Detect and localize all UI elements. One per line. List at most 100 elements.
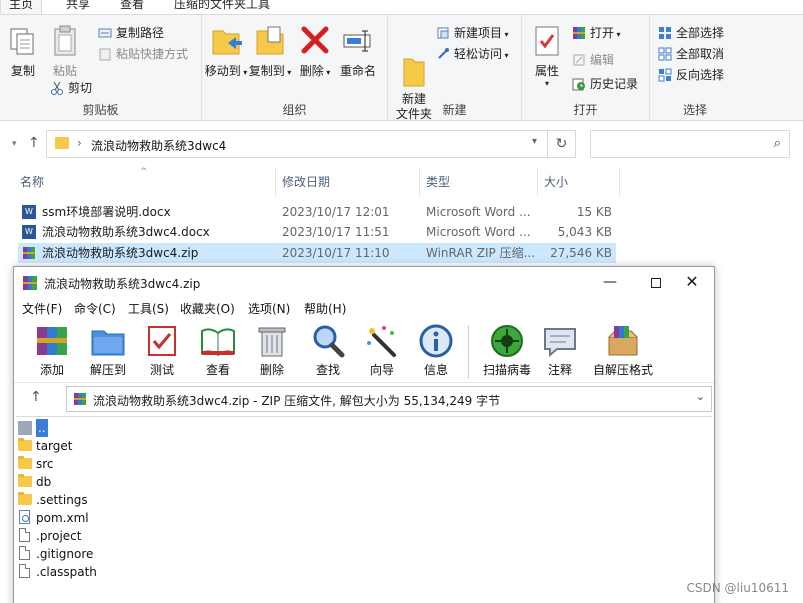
- extract-to-button[interactable]: 解压到: [84, 323, 132, 378]
- select-none-button[interactable]: 全部取消: [658, 45, 724, 63]
- folder-icon: [18, 438, 32, 451]
- maximize-icon[interactable]: [636, 269, 676, 295]
- column-date[interactable]: 修改日期: [276, 168, 420, 196]
- chevron-down-icon[interactable]: ⌄: [696, 390, 705, 403]
- test-button[interactable]: 测试: [138, 323, 186, 378]
- winrar-icon: [572, 26, 586, 40]
- add-button[interactable]: 添加: [28, 323, 76, 378]
- file-row[interactable]: W 流浪动物救助系统3dwc4.docx 2023/10/17 11:51 Mi…: [18, 222, 616, 242]
- new-group: 新建 文件夹 新建项目 ▾ 轻松访问 ▾ 新建: [388, 15, 522, 121]
- address-row: ▾ ↑ › 流浪动物救助系统3dwc4 ▾ ↻ ⌕: [0, 128, 803, 162]
- history-icon: [572, 77, 586, 91]
- sort-asc-icon: ^: [140, 167, 148, 177]
- copy-button[interactable]: 复制: [6, 23, 40, 79]
- rename-button[interactable]: 重命名: [336, 23, 380, 79]
- select-label: 选择: [682, 103, 707, 117]
- view-button[interactable]: 查看: [194, 323, 242, 378]
- winrar-icon: [73, 392, 87, 406]
- clipboard-label: 剪贴板: [82, 103, 119, 117]
- up-folder-icon: [18, 421, 32, 435]
- winrar-window: 流浪动物救助系统3dwc4.zip — ✕ 文件(F) 命令(C) 工具(S) …: [13, 266, 715, 603]
- up-folder-icon[interactable]: ↑: [30, 389, 42, 405]
- menu-favorites[interactable]: 收藏夹(O): [180, 299, 235, 319]
- recent-locations-icon[interactable]: ▾: [12, 139, 17, 149]
- copy-path-button[interactable]: 复制路径: [98, 24, 164, 42]
- menu-options[interactable]: 选项(N): [248, 299, 290, 319]
- select-group: 全部选择 全部取消 反向选择 选择: [650, 15, 740, 121]
- column-header: 名称 ^ 修改日期 类型 大小: [14, 167, 624, 196]
- comment-button[interactable]: 注释: [536, 323, 584, 378]
- address-path: 流浪动物救助系统3dwc4: [91, 139, 227, 153]
- info-button[interactable]: 信息: [412, 323, 460, 378]
- properties-icon: [531, 23, 563, 59]
- copy-to-button[interactable]: 复制到 ▾: [248, 23, 292, 79]
- breadcrumb-chevron-icon: ›: [77, 136, 82, 150]
- edit-button[interactable]: 编辑: [572, 51, 614, 69]
- magnifier-icon: [310, 323, 346, 359]
- file-icon: [19, 564, 30, 578]
- tab-compressed-folder-tools[interactable]: 压缩的文件夹工具: [166, 0, 278, 14]
- new-item-button[interactable]: 新建项目 ▾: [436, 24, 509, 42]
- file-row[interactable]: W ssm环境部署说明.docx 2023/10/17 12:01 Micros…: [18, 202, 616, 222]
- wizard-button[interactable]: 向导: [358, 323, 406, 378]
- search-box[interactable]: ⌕: [590, 130, 790, 158]
- paste-shortcut-button[interactable]: 粘贴快捷方式: [98, 45, 188, 63]
- ribbon-tab-bar: 主页 共享 查看 压缩的文件夹工具: [0, 0, 803, 15]
- column-size[interactable]: 大小: [538, 168, 620, 196]
- winrar-titlebar: 流浪动物救助系统3dwc4.zip — ✕: [14, 267, 714, 299]
- easy-access-button[interactable]: 轻松访问 ▾: [436, 45, 509, 63]
- select-all-button[interactable]: 全部选择: [658, 24, 724, 42]
- menu-help[interactable]: 帮助(H): [304, 299, 346, 319]
- close-icon[interactable]: ✕: [672, 269, 712, 295]
- virus-scan-icon: [489, 323, 525, 359]
- sfx-button[interactable]: 自解压格式: [590, 323, 656, 378]
- delete-button[interactable]: 删除 ▾: [298, 23, 332, 79]
- copy-to-icon: [254, 23, 286, 59]
- up-arrow-icon[interactable]: ↑: [28, 135, 40, 151]
- move-to-button[interactable]: 移动到 ▾: [204, 23, 248, 79]
- easy-access-icon: [436, 47, 450, 61]
- edit-icon: [572, 53, 586, 67]
- select-all-icon: [658, 26, 672, 40]
- scan-virus-button[interactable]: 扫描病毒: [478, 323, 536, 378]
- delete-archive-button[interactable]: 删除: [248, 323, 296, 378]
- magic-wand-icon: [364, 323, 400, 359]
- minimize-icon[interactable]: —: [590, 269, 630, 295]
- cut-button[interactable]: 剪切: [50, 79, 92, 97]
- toolbar-divider: [468, 325, 469, 379]
- word-icon: W: [22, 205, 36, 219]
- tab-view[interactable]: 查看: [112, 0, 152, 14]
- address-bar[interactable]: › 流浪动物救助系统3dwc4 ▾ ↻: [46, 130, 576, 158]
- xml-file-icon: [19, 510, 30, 524]
- menu-file[interactable]: 文件(F): [22, 299, 62, 319]
- find-button[interactable]: 查找: [304, 323, 352, 378]
- folder-icon: [18, 456, 32, 469]
- tab-share[interactable]: 共享: [58, 0, 98, 14]
- column-type[interactable]: 类型: [420, 168, 538, 196]
- file-row-selected[interactable]: 流浪动物救助系统3dwc4.zip 2023/10/17 11:10 WinRA…: [18, 243, 616, 263]
- refresh-icon[interactable]: ↻: [547, 131, 575, 157]
- address-dropdown-icon[interactable]: ▾: [532, 136, 537, 147]
- invert-selection-icon: [658, 68, 672, 82]
- ribbon: 复制 粘贴 复制路径 粘贴快捷方式 剪切 剪贴板 移动到 ▾ 复制到 ▾ 删除 …: [0, 15, 803, 121]
- tab-home[interactable]: 主页: [0, 0, 43, 14]
- paste-icon: [49, 23, 81, 59]
- info-icon: [418, 323, 454, 359]
- column-name[interactable]: 名称 ^: [14, 167, 276, 196]
- search-icon: ⌕: [773, 136, 781, 151]
- watermark: CSDN @liu10611: [686, 581, 789, 595]
- file-icon: [19, 528, 30, 542]
- comment-icon: [542, 323, 578, 359]
- paste-button[interactable]: 粘贴: [48, 23, 82, 79]
- open-button[interactable]: 打开 ▾: [572, 24, 621, 42]
- history-button[interactable]: 历史记录: [572, 75, 638, 93]
- trash-icon: [254, 323, 290, 359]
- invert-selection-button[interactable]: 反向选择: [658, 66, 724, 84]
- archive-path-combobox[interactable]: 流浪动物救助系统3dwc4.zip - ZIP 压缩文件, 解包大小为 55,1…: [66, 386, 712, 412]
- menu-tools[interactable]: 工具(S): [128, 299, 169, 319]
- menu-commands[interactable]: 命令(C): [74, 299, 116, 319]
- new-label: 新建: [442, 103, 467, 117]
- properties-button[interactable]: 属性 ▾: [530, 23, 564, 88]
- winrar-toolbar: 添加 解压到 测试 查看 删除 查找 向导 信息 扫描病毒 注释 自解压格式: [14, 319, 714, 383]
- new-item-icon: [436, 26, 450, 40]
